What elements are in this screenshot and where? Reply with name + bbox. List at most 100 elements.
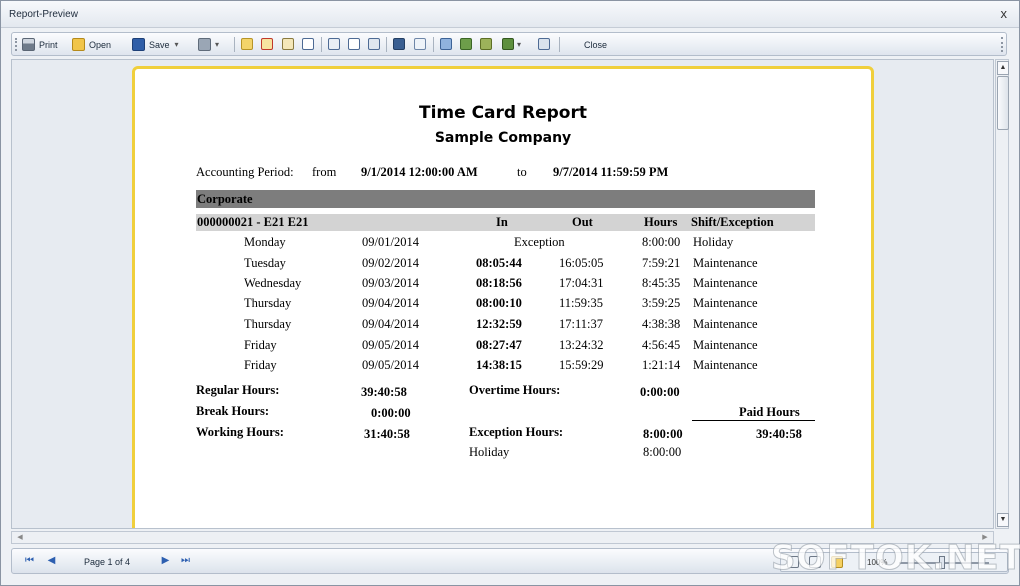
row-hours-cell: 3:59:25 xyxy=(642,296,681,310)
to-value: 9/7/2014 11:59:59 PM xyxy=(553,165,669,179)
row-day-cell: Wednesday xyxy=(244,276,302,290)
page-setup-icon[interactable] xyxy=(302,38,314,50)
row-date-cell: 09/02/2014 xyxy=(362,256,419,270)
open-label: Open xyxy=(89,39,112,50)
zoom-slider-thumb[interactable] xyxy=(939,556,945,569)
exception-hours-label: Exception Hours: xyxy=(469,425,564,439)
row-hours-cell: 7:59:21 xyxy=(642,256,681,270)
toolbar: Print Open Save ▾ ▾ ▾ Close xyxy=(11,32,1007,56)
scroll-left-icon[interactable]: ◀ xyxy=(14,532,26,543)
status-bar: ⏮ ◀ Page 1 of 4 ▶ ⏭ 100% xyxy=(11,548,1009,574)
parameters-icon[interactable] xyxy=(414,38,426,50)
header-in: In xyxy=(496,215,508,229)
row-in-cell: 08:27:47 xyxy=(476,338,522,352)
period-label: Accounting Period: xyxy=(196,165,294,179)
toolbar-separator xyxy=(234,37,235,52)
delete-page-icon[interactable] xyxy=(261,38,273,50)
print-button[interactable]: Print xyxy=(22,36,58,53)
single-page-icon[interactable] xyxy=(328,38,340,50)
view-mode-icon[interactable] xyxy=(787,556,799,568)
floppy-disk-icon xyxy=(132,38,145,51)
row-out-cell: 17:04:31 xyxy=(559,276,604,290)
from-value: 9/1/2014 12:00:00 AM xyxy=(361,165,478,179)
header-out: Out xyxy=(572,215,593,229)
two-pages-icon[interactable] xyxy=(480,38,492,50)
header-shift: Shift/Exception xyxy=(691,215,774,229)
row-shift-cell: Maintenance xyxy=(693,256,758,270)
new-page-icon[interactable] xyxy=(241,38,253,50)
toolbar-separator xyxy=(386,37,387,52)
row-date-cell: 09/05/2014 xyxy=(362,358,419,372)
row-shift-cell: Holiday xyxy=(693,235,734,249)
fit-width-icon[interactable] xyxy=(440,38,452,50)
preview-area: Time Card Report Sample Company Accounti… xyxy=(11,59,994,529)
first-page-icon[interactable]: ⏮ xyxy=(24,555,35,567)
multiple-pages-icon[interactable] xyxy=(368,38,380,50)
group-name: Corporate xyxy=(197,192,253,206)
row-in-cell: 08:05:44 xyxy=(476,256,522,270)
row-in-cell: 08:00:10 xyxy=(476,296,522,310)
paid-hours-rule xyxy=(692,420,815,421)
row-hours-cell: 8:45:35 xyxy=(642,276,681,290)
edit-icon[interactable] xyxy=(282,38,294,50)
search-icon[interactable] xyxy=(393,38,405,50)
page-layout-icon[interactable] xyxy=(502,38,514,50)
toolbar-separator xyxy=(321,37,322,52)
scroll-up-icon[interactable]: ▲ xyxy=(997,61,1009,75)
previous-page-icon[interactable]: ◀ xyxy=(46,555,57,567)
two-page-view-icon[interactable] xyxy=(809,556,821,568)
report-preview-window: Report-Preview x Print Open Save ▾ ▾ ▾ C… xyxy=(0,0,1020,586)
exception-hours-value: 8:00:00 xyxy=(643,427,683,441)
save-dropdown-icon[interactable]: ▾ xyxy=(175,40,179,49)
paid-hours-value: 39:40:58 xyxy=(756,427,802,441)
watermark-icon[interactable] xyxy=(538,38,550,50)
fit-page-icon[interactable] xyxy=(460,38,472,50)
working-hours-label: Working Hours: xyxy=(196,425,284,439)
vertical-scrollbar[interactable]: ▲ ▼ xyxy=(995,59,1009,529)
page-layout-dropdown-icon: ▾ xyxy=(517,40,522,49)
row-hours-cell: 1:21:14 xyxy=(642,358,681,372)
row-out-cell: 15:59:29 xyxy=(559,358,604,372)
row-hours-cell: 4:56:45 xyxy=(642,338,681,352)
row-out-cell: 13:24:32 xyxy=(559,338,604,352)
open-button[interactable]: Open xyxy=(72,36,111,53)
vertical-scroll-thumb[interactable] xyxy=(997,76,1009,130)
toolbar-overflow-icon[interactable] xyxy=(995,37,1003,52)
header-hours: Hours xyxy=(644,215,678,229)
find-text-icon[interactable] xyxy=(348,38,360,50)
export-button[interactable]: ▾ xyxy=(198,36,219,53)
window-title: Report-Preview xyxy=(9,9,78,20)
row-date-cell: 09/03/2014 xyxy=(362,276,419,290)
last-page-icon[interactable]: ⏭ xyxy=(180,555,191,567)
printer-icon xyxy=(22,38,35,51)
employee-name: 000000021 - E21 E21 xyxy=(197,215,309,229)
row-day-cell: Thursday xyxy=(244,317,292,331)
row-day-cell: Friday xyxy=(244,358,277,372)
export-dropdown-icon[interactable]: ▾ xyxy=(215,40,219,49)
report-company: Sample Company xyxy=(434,130,572,146)
scroll-right-icon[interactable]: ▶ xyxy=(979,532,991,543)
single-page-view-icon[interactable] xyxy=(831,556,843,568)
paid-hours-label: Paid Hours xyxy=(739,405,800,419)
break-hours-value: 0:00:00 xyxy=(371,406,411,420)
row-in-cell: 14:38:15 xyxy=(476,358,522,372)
scroll-down-icon[interactable]: ▼ xyxy=(997,513,1009,527)
toolbar-grip[interactable] xyxy=(15,38,19,51)
toolbar-separator xyxy=(559,37,560,52)
row-shift-cell: Maintenance xyxy=(693,317,758,331)
close-window-button[interactable]: x xyxy=(1001,6,1008,21)
page-layout-dropdown[interactable]: ▾ xyxy=(517,36,521,53)
overtime-hours-label: Overtime Hours: xyxy=(469,383,561,397)
report-title: Time Card Report xyxy=(419,103,587,123)
close-button[interactable]: Close xyxy=(584,36,607,53)
save-button[interactable]: Save ▾ xyxy=(132,36,179,53)
export-icon xyxy=(198,38,211,51)
group-band xyxy=(196,190,815,208)
row-in-cell: Exception xyxy=(514,235,565,249)
to-label: to xyxy=(517,165,527,179)
working-hours-value: 31:40:58 xyxy=(364,427,410,441)
regular-hours-label: Regular Hours: xyxy=(196,383,280,397)
horizontal-scrollbar[interactable]: ◀ ▶ xyxy=(11,531,994,544)
row-shift-cell: Maintenance xyxy=(693,276,758,290)
next-page-icon[interactable]: ▶ xyxy=(160,555,171,567)
